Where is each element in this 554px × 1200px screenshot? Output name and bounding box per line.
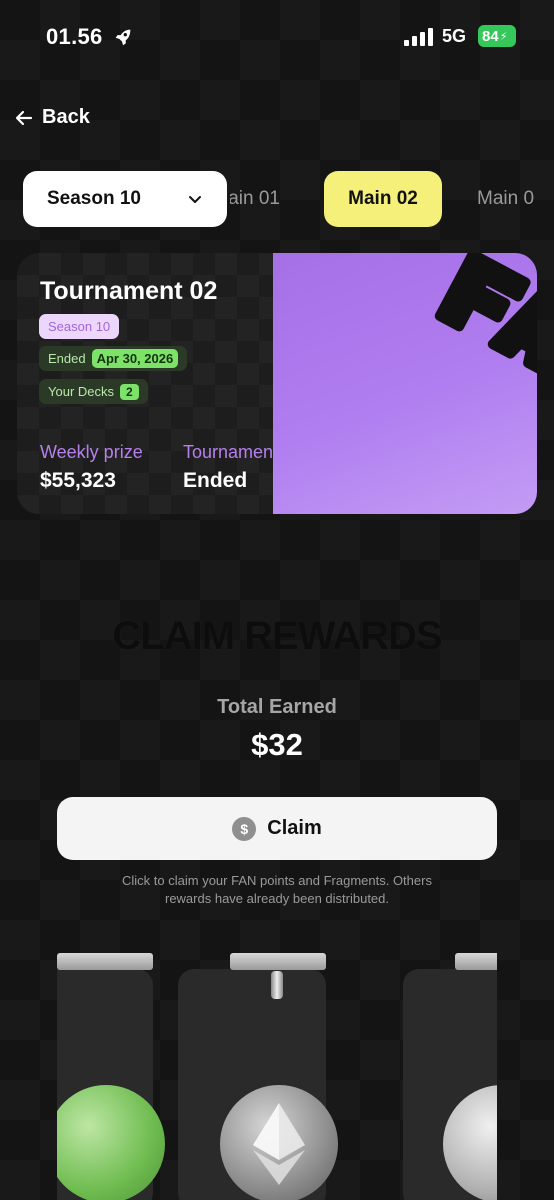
total-earned-value: $32 <box>251 727 303 762</box>
end-date-badge: Apr 30, 2026 <box>91 349 179 368</box>
tournament-status-value: Ended <box>183 469 248 492</box>
dollar-coin-icon: $ <box>232 816 257 841</box>
tab-main-02-label: Main 02 <box>348 188 418 209</box>
ethereum-token-icon <box>220 1085 338 1200</box>
total-earned-label: Total Earned <box>217 696 337 718</box>
claim-button[interactable]: $ Claim <box>57 797 497 860</box>
arrow-left-icon <box>15 110 33 125</box>
card-hanger <box>230 953 326 970</box>
charging-bolt-icon: ⚡ <box>499 30 508 43</box>
tournament-artwork <box>273 253 537 514</box>
decks-count-badge: 2 <box>120 383 139 400</box>
network-type: 5G <box>442 26 467 46</box>
season-dropdown[interactable]: Season 10 <box>23 171 227 227</box>
ethereum-logo-icon <box>253 1103 305 1185</box>
claim-button-label: Claim <box>267 817 322 839</box>
your-decks-label: Your Decks <box>48 384 114 399</box>
rocket-icon <box>115 29 131 46</box>
tab-main-01[interactable]: lain 01 <box>230 171 300 227</box>
tournament-title: Tournament 02 <box>40 277 218 305</box>
your-decks-chip[interactable]: Your Decks 2 <box>39 379 148 404</box>
tournament-status-label: Tournament <box>183 442 279 462</box>
claim-note: Click to claim your FAN points and Fragm… <box>122 873 432 906</box>
season-chip: Season 10 <box>39 314 120 339</box>
chevron-down-icon <box>189 196 201 203</box>
season-chip-label: Season 10 <box>48 319 111 334</box>
status-bar: 01.56 5G 84 ⚡ <box>0 0 554 76</box>
tabs-row: Season 10 lain 01 Main 02 Main 0 <box>0 170 554 230</box>
fan-logo-icon <box>434 253 537 379</box>
status-chip: Ended Apr 30, 2026 <box>39 346 188 371</box>
back-label: Back <box>42 106 90 128</box>
battery-level: 84 <box>482 27 499 45</box>
tournament-card[interactable]: Tournament 02 Season 10 Ended Apr 30, 20… <box>17 253 537 514</box>
cellular-signal-icon <box>404 28 433 46</box>
status-time: 01.56 <box>46 24 103 49</box>
reward-cards-carousel[interactable] <box>57 950 497 1200</box>
card-hanger <box>57 953 153 970</box>
weekly-prize-label: Weekly prize <box>40 442 143 462</box>
card-hanger <box>455 953 497 970</box>
tab-main-03[interactable]: Main 0 <box>477 171 554 227</box>
tab-main-02[interactable]: Main 02 <box>324 171 442 227</box>
season-dropdown-label: Season 10 <box>47 188 141 209</box>
back-button[interactable]: Back <box>14 106 90 129</box>
claim-rewards-heading: CLAIM REWARDS <box>112 614 442 658</box>
tab-main-01-label: lain 01 <box>230 188 280 209</box>
card-hook <box>271 971 283 999</box>
status-label: Ended <box>48 351 86 366</box>
weekly-prize-value: $55,323 <box>40 469 116 492</box>
tab-main-03-label: Main 0 <box>477 188 535 209</box>
battery-icon: 84 ⚡ <box>478 25 516 47</box>
